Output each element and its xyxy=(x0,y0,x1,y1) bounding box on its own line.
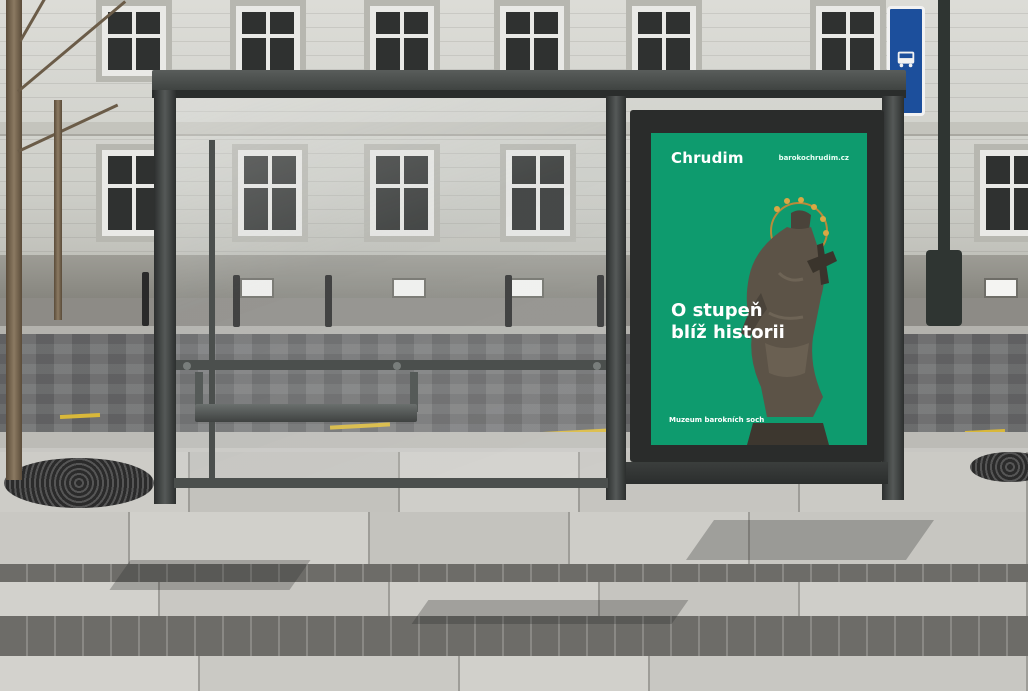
glass-bolt xyxy=(393,362,401,370)
window xyxy=(500,6,564,76)
slab-row xyxy=(0,656,1028,691)
bench-seat xyxy=(195,404,417,422)
glass-bolt xyxy=(183,362,191,370)
advertising-poster: Chrudim barokochrudim.cz O stupeň blíž h… xyxy=(651,133,867,445)
shadow xyxy=(109,560,311,590)
street-scene: Chrudim barokochrudim.cz O stupeň blíž h… xyxy=(0,0,1028,691)
lamp-post-base xyxy=(926,250,962,326)
window xyxy=(102,6,166,76)
window xyxy=(632,6,696,76)
shadow xyxy=(411,600,689,624)
poster-cabinet-base xyxy=(626,462,888,484)
window xyxy=(980,150,1028,236)
shelter-pillar xyxy=(882,96,904,500)
poster-headline: O stupeň blíž historii xyxy=(671,300,785,344)
shelter-roof xyxy=(152,70,906,92)
poster-footer: Muzeum barokních soch xyxy=(669,416,765,424)
poster-website: barokochrudim.cz xyxy=(778,154,849,162)
shelter-crossbar xyxy=(176,360,606,370)
glass-bolt xyxy=(593,362,601,370)
shelter-pillar xyxy=(606,96,626,500)
shelter-pillar xyxy=(154,90,176,504)
poster-brand-logo: Chrudim xyxy=(671,149,744,167)
shelter-glass-panel xyxy=(174,97,608,484)
poster-headline-line1: O stupeň xyxy=(671,300,763,321)
basement-vent xyxy=(984,278,1018,298)
tree-trunk xyxy=(6,0,22,480)
window xyxy=(236,6,300,76)
window xyxy=(370,6,434,76)
shelter-mid-post xyxy=(209,140,215,480)
poster-headline-line2: blíž historii xyxy=(671,322,785,343)
shadow xyxy=(685,520,935,560)
window xyxy=(816,6,880,76)
shelter-bottom-rail xyxy=(174,478,608,488)
shelter-roof-edge xyxy=(152,90,906,98)
bollard xyxy=(142,272,149,326)
tree-trunk xyxy=(54,100,62,320)
tree-grate xyxy=(4,458,154,508)
